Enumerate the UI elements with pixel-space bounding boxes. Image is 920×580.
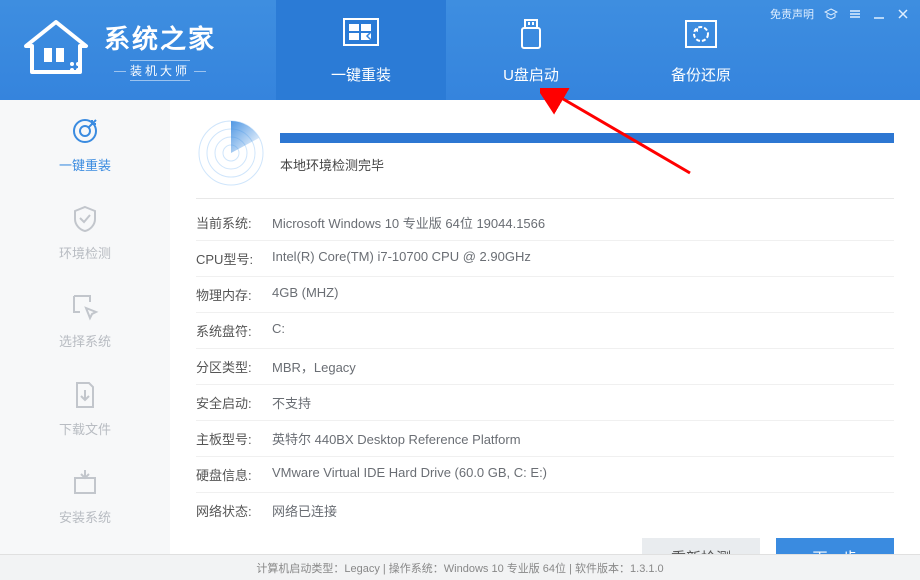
logo-block: 系统之家 装机大师 xyxy=(0,18,236,83)
title-controls: 免责声明 xyxy=(770,6,910,22)
sidebar: 一键重装 环境检测 选择系统 下载文件 安装系统 xyxy=(0,100,170,554)
menu-icon[interactable] xyxy=(848,7,862,21)
info-label: CPU型号: xyxy=(196,249,272,268)
info-label: 系统盘符: xyxy=(196,321,272,340)
sidebar-item-label: 一键重装 xyxy=(59,155,111,174)
info-value: MBR，Legacy xyxy=(272,357,356,376)
usb-drive-icon xyxy=(511,16,551,56)
select-box-icon xyxy=(70,292,100,325)
info-label: 安全启动: xyxy=(196,393,272,412)
sidebar-item-install[interactable]: 安装系统 xyxy=(0,462,170,532)
info-label: 物理内存: xyxy=(196,285,272,304)
tab-one-click-reinstall[interactable]: 一键重装 xyxy=(276,0,446,100)
tab-label: U盘启动 xyxy=(503,64,559,85)
actions: 重新检测 下一步 xyxy=(196,538,894,554)
info-value: Intel(R) Core(TM) i7-10700 CPU @ 2.90GHz xyxy=(272,249,531,268)
house-logo-icon xyxy=(20,18,92,83)
body: 一键重装 环境检测 选择系统 下载文件 安装系统 xyxy=(0,100,920,554)
app-subtitle: 装机大师 xyxy=(130,60,190,81)
tab-label: 一键重装 xyxy=(331,64,391,85)
progress-bar xyxy=(280,133,894,143)
info-value: 网络已连接 xyxy=(272,501,337,520)
tab-label: 备份还原 xyxy=(671,64,731,85)
next-button[interactable]: 下一步 xyxy=(776,538,894,554)
backup-restore-icon xyxy=(681,16,721,56)
info-value: 英特尔 440BX Desktop Reference Platform xyxy=(272,429,521,448)
info-row-disk: 硬盘信息:VMware Virtual IDE Hard Drive (60.0… xyxy=(196,457,894,493)
tab-usb-boot[interactable]: U盘启动 xyxy=(446,0,616,100)
info-label: 主板型号: xyxy=(196,429,272,448)
close-icon[interactable] xyxy=(896,7,910,21)
scan-status: 本地环境检测完毕 xyxy=(280,155,894,174)
tab-backup-restore[interactable]: 备份还原 xyxy=(616,0,786,100)
info-row-partition: 分区类型:MBR，Legacy xyxy=(196,349,894,385)
info-label: 分区类型: xyxy=(196,357,272,376)
info-rows: 当前系统:Microsoft Windows 10 专业版 64位 19044.… xyxy=(196,205,894,528)
info-row-os: 当前系统:Microsoft Windows 10 专业版 64位 19044.… xyxy=(196,205,894,241)
scan-right: 本地环境检测完毕 xyxy=(280,133,894,174)
content: 本地环境检测完毕 当前系统:Microsoft Windows 10 专业版 6… xyxy=(170,100,920,554)
info-value: VMware Virtual IDE Hard Drive (60.0 GB, … xyxy=(272,465,547,484)
info-row-cpu: CPU型号:Intel(R) Core(TM) i7-10700 CPU @ 2… xyxy=(196,241,894,277)
top-tabs: 一键重装 U盘启动 备份还原 xyxy=(276,0,786,100)
disclaimer-link[interactable]: 免责声明 xyxy=(770,6,814,22)
info-label: 硬盘信息: xyxy=(196,465,272,484)
header: 系统之家 装机大师 一键重装 U盘启动 备份还原 xyxy=(0,0,920,100)
graduation-cap-icon[interactable] xyxy=(824,7,838,21)
sidebar-item-one-click[interactable]: 一键重装 xyxy=(0,110,170,180)
minimize-icon[interactable] xyxy=(872,7,886,21)
windows-tile-icon xyxy=(341,16,381,56)
sidebar-item-select-os[interactable]: 选择系统 xyxy=(0,286,170,356)
scan-row: 本地环境检测完毕 xyxy=(196,118,894,188)
info-label: 网络状态: xyxy=(196,501,272,520)
info-value: C: xyxy=(272,321,285,340)
info-row-mainboard: 主板型号:英特尔 440BX Desktop Reference Platfor… xyxy=(196,421,894,457)
divider xyxy=(196,198,894,199)
target-icon xyxy=(70,116,100,149)
sidebar-item-download[interactable]: 下载文件 xyxy=(0,374,170,444)
logo-text: 系统之家 装机大师 xyxy=(104,19,216,81)
sidebar-item-label: 安装系统 xyxy=(59,507,111,526)
info-row-secure-boot: 安全启动:不支持 xyxy=(196,385,894,421)
info-row-network: 网络状态:网络已连接 xyxy=(196,493,894,528)
info-label: 当前系统: xyxy=(196,213,272,232)
download-file-icon xyxy=(70,380,100,413)
sidebar-item-label: 选择系统 xyxy=(59,331,111,350)
recheck-button[interactable]: 重新检测 xyxy=(642,538,760,554)
info-value: Microsoft Windows 10 专业版 64位 19044.1566 xyxy=(272,213,545,232)
radar-icon xyxy=(196,118,266,188)
sidebar-item-label: 下载文件 xyxy=(59,419,111,438)
app-title: 系统之家 xyxy=(104,19,216,56)
shield-check-icon xyxy=(70,204,100,237)
sidebar-item-env-check[interactable]: 环境检测 xyxy=(0,198,170,268)
info-row-drive-letter: 系统盘符:C: xyxy=(196,313,894,349)
install-box-icon xyxy=(70,468,100,501)
status-bar: 计算机启动类型：Legacy | 操作系统：Windows 10 专业版 64位… xyxy=(0,554,920,580)
sidebar-item-label: 环境检测 xyxy=(59,243,111,262)
info-value: 不支持 xyxy=(272,393,311,412)
status-bar-text: 计算机启动类型：Legacy | 操作系统：Windows 10 专业版 64位… xyxy=(256,560,663,576)
info-value: 4GB (MHZ) xyxy=(272,285,338,304)
app-window: 系统之家 装机大师 一键重装 U盘启动 备份还原 xyxy=(0,0,920,580)
info-row-memory: 物理内存:4GB (MHZ) xyxy=(196,277,894,313)
